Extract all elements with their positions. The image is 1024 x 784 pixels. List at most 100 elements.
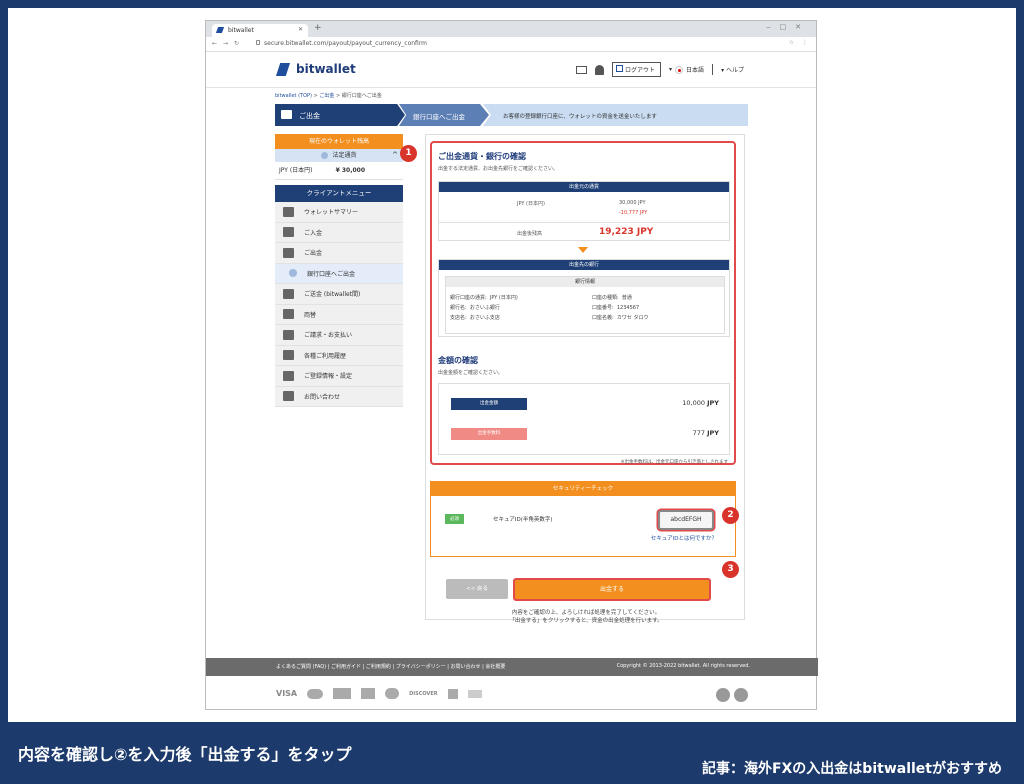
currency-icon — [321, 152, 329, 159]
sidebar-item-wallet-summary[interactable]: ウォレットサマリー — [275, 202, 403, 223]
step-badge-3: 3 — [722, 561, 739, 578]
article-label: 記事：海外FXの入出金はbitwalletがおすすめ — [701, 761, 1002, 777]
language-label: 日本語 — [686, 67, 705, 74]
confirm-box: ご出金通貨・銀行の確認 出金する法定通貨、お出金先銀行をご確認ください。 出金元… — [430, 141, 736, 465]
bank-info-box: 銀行情報 銀行口座の通貨: JPY (日本円) 銀行名: おさいふ銀行 支店名:… — [445, 276, 725, 334]
sidebar-item-billing[interactable]: ご請求・お支払い — [275, 325, 403, 346]
required-badge: 必須 — [445, 514, 464, 524]
amount-title: 金額の確認 — [438, 356, 478, 365]
billing-icon — [283, 329, 294, 340]
wallet-icon — [283, 206, 294, 217]
bitwallet-favicon-icon — [215, 27, 225, 33]
fee-label: 出金手数料 — [451, 428, 527, 440]
bank-icon — [289, 269, 297, 278]
breadcrumb-payout[interactable]: ご出金 — [319, 93, 334, 99]
bank-bar: 出金先の銀行 — [439, 260, 729, 270]
back-button[interactable]: << 戻る — [446, 579, 508, 599]
lock-icon — [256, 40, 260, 45]
japan-flag-icon — [675, 65, 684, 74]
logo-icon — [276, 63, 290, 76]
sidebar-item-transfer[interactable]: ご送金 (bitwallet間) — [275, 284, 403, 305]
security-header: セキュリティーチェック — [431, 482, 735, 496]
chevron-up-icon[interactable]: ^ — [392, 149, 398, 162]
confirm-note: 内容をご確認の上、よろしければ処理を完了してください。 「出金する」をクリックす… — [509, 610, 663, 624]
sidebar-item-exchange[interactable]: 両替 — [275, 304, 403, 325]
breadcrumb-current: 銀行口座へご出金 — [341, 93, 382, 99]
sidebar-item-payout[interactable]: ご出金 — [275, 243, 403, 264]
mastercard-icon — [307, 688, 324, 699]
step-description: お客様の登録銀行口座に、ウォレットの資金を送金いたします — [483, 104, 748, 126]
payout-amount-label: 出金金額 — [451, 398, 527, 410]
help-link[interactable]: ▾ ヘルプ — [721, 65, 744, 74]
after-balance-label: 出金後残高 — [517, 231, 543, 237]
payout-amount-value: 10,000 JPY — [682, 399, 719, 407]
security-check-box: セキュリティーチェック 必須 セキュアID(半角英数字) abcdEFGH セキ… — [430, 481, 736, 557]
exchange-icon — [283, 309, 294, 320]
sidebar-item-history[interactable]: 各種ご利用履歴 — [275, 345, 403, 366]
close-icon[interactable]: ✕ — [298, 26, 303, 33]
confirm-desc: 出金する法定通貨、お出金先銀行をご確認ください。 — [438, 166, 559, 172]
address-bar[interactable]: ←→↻ secure.bitwallet.com/payout/payout_c… — [206, 37, 816, 52]
main-panel: ご出金通貨・銀行の確認 出金する法定通貨、お出金先銀行をご確認ください。 出金元… — [400, 134, 745, 624]
mail-icon[interactable] — [576, 65, 588, 74]
bell-icon[interactable] — [595, 64, 605, 75]
footer-links[interactable]: よくあるご質問 (FAQ) | ご利用ガイド | ご利用規約 | プライバシーポ… — [276, 663, 505, 670]
logout-button[interactable]: ログアウト — [612, 62, 662, 77]
facebook-icon[interactable] — [716, 688, 730, 702]
step-bank-payout: 銀行口座へご出金 — [399, 104, 489, 126]
bank-info-left: 銀行口座の通貨: JPY (日本円) 銀行名: おさいふ銀行 支店名: おさいふ… — [450, 295, 518, 321]
browser-tab[interactable]: bitwallet ✕ — [212, 24, 308, 37]
slide-caption: 内容を確認し②を入力後「出金する」をタップ — [18, 745, 352, 764]
url-text[interactable]: secure.bitwallet.com/payout/payout_curre… — [264, 40, 427, 47]
bank-section: 出金先の銀行 銀行情報 銀行口座の通貨: JPY (日本円) 銀行名: おさいふ… — [438, 259, 730, 337]
after-balance-value: 19,223 JPY — [599, 227, 654, 237]
step-bar: ご出金 銀行口座へご出金 お客様の登録銀行口座に、ウォレットの資金を送金いたしま… — [275, 104, 748, 126]
secure-id-label: セキュアID(半角英数字) — [493, 517, 553, 523]
slide-frame: bitwallet ✕ + ‒□✕ ←→↻ secure.bitwallet.co… — [0, 0, 1024, 784]
sidebar-item-settings[interactable]: ご登録情報・設定 — [275, 366, 403, 387]
divider — [712, 64, 714, 75]
sidebar-item-deposit[interactable]: ご入金 — [275, 222, 403, 243]
discover-logo: DISCOVER — [409, 690, 438, 697]
confirm-title: ご出金通貨・銀行の確認 — [438, 152, 526, 161]
visa-logo: VISA — [276, 689, 298, 698]
header-actions: ログアウト ▾ 日本語 ▾ ヘルプ — [576, 62, 744, 77]
amount-desc: 出金金額をご確認ください。 — [438, 370, 504, 376]
currency-fee: -10,777 JPY — [619, 210, 648, 216]
twitter-icon[interactable] — [734, 688, 748, 702]
payout-icon — [283, 247, 294, 258]
sidebar-item-contact[interactable]: お問い合わせ — [275, 386, 403, 407]
bank-info-right: 口座の種類: 普通 口座番号: 1234567 口座名義: カワセ タロウ — [592, 295, 649, 321]
gear-icon — [283, 370, 294, 381]
currency-bar: 出金元の通貨 — [439, 182, 729, 192]
social-links — [716, 688, 748, 702]
sidebar-item-bank-payout[interactable]: 銀行口座へご出金 — [275, 263, 403, 284]
currency-name: JPY (日本円) — [517, 201, 545, 207]
question-icon — [283, 391, 294, 402]
menu-icon[interactable]: ⋮ — [802, 39, 808, 46]
bitwallet-logo[interactable]: bitwallet — [276, 62, 356, 76]
secure-id-help-link[interactable]: セキュアIDとは何ですか？ — [651, 534, 717, 542]
breadcrumb-home[interactable]: bitwallet (TOP) — [275, 93, 312, 99]
bank-logo-icon — [447, 688, 458, 699]
transfer-icon — [283, 288, 294, 299]
window-controls[interactable]: ‒□✕ — [766, 23, 810, 31]
currency-section: 出金元の通貨 JPY (日本円) 30,000 JPY -10,777 JPY … — [438, 181, 730, 241]
submit-payout-button[interactable]: 出金する — [513, 578, 711, 601]
wallet-balance-header: 現在のウォレット残高 — [275, 134, 403, 149]
new-tab-icon[interactable]: + — [314, 23, 322, 33]
breadcrumb: bitwallet (TOP) > ご出金 > 銀行口座へご出金 — [275, 93, 382, 99]
tab-title: bitwallet — [228, 27, 254, 34]
fiat-tab[interactable]: 法定通貨 ^ — [275, 149, 403, 162]
nav-buttons-icon[interactable]: ←→↻ — [212, 40, 245, 47]
site-header: bitwallet ログアウト ▾ 日本語 ▾ ヘルプ — [206, 52, 816, 88]
sidebar: 現在のウォレット残高 法定通貨 ^ JPY (日本円) ¥ 30,000 クライアン… — [275, 134, 403, 407]
star-icon[interactable]: ☆ — [789, 39, 794, 46]
secure-id-input[interactable]: abcdEFGH — [658, 510, 714, 530]
bank-info-header: 銀行情報 — [446, 277, 724, 287]
logo-text: bitwallet — [296, 62, 356, 76]
payment-logos: VISA DISCOVER — [276, 688, 482, 699]
arrow-down-icon — [578, 247, 588, 253]
language-select[interactable]: ▾ 日本語 — [669, 65, 704, 74]
jcb-icon — [333, 688, 352, 699]
